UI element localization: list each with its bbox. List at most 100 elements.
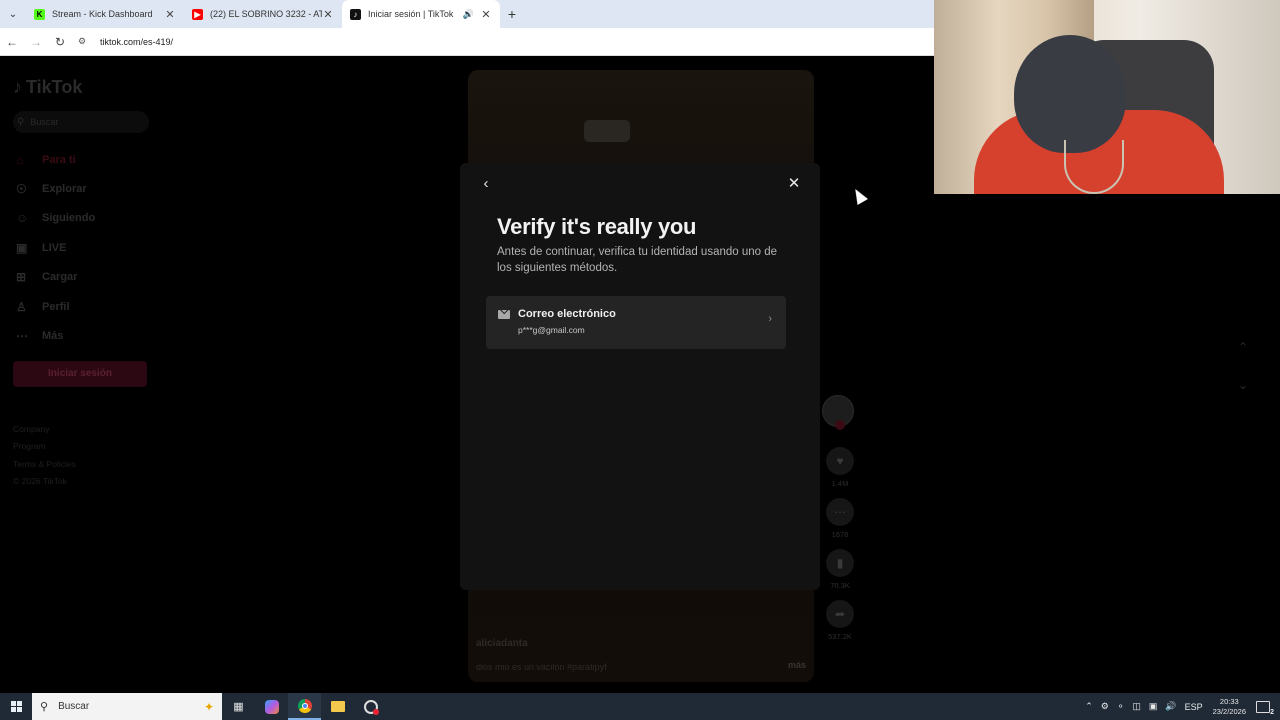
system-tray: ⌃ ⚙ ⚬ ◫ ▣ 🔊 ESP 20:33 23/2/2026 2 bbox=[1081, 693, 1280, 720]
reload-button[interactable]: ↻ bbox=[48, 35, 72, 49]
usb-icon[interactable]: ◫ bbox=[1132, 701, 1141, 712]
sidebar-item-label: Siguiendo bbox=[42, 212, 96, 225]
sidebar-item-label: Explorar bbox=[42, 183, 87, 196]
live-icon: ▣ bbox=[16, 240, 28, 255]
tab-kick-dashboard[interactable]: K Stream - Kick Dashboard ✕ bbox=[26, 0, 184, 28]
sidebar-item-cargar[interactable]: ⊞ Cargar bbox=[13, 263, 153, 292]
sidebar-item-perfil[interactable]: ♙ Perfil bbox=[13, 292, 153, 321]
more-icon: ⋯ bbox=[16, 329, 28, 344]
more-description-button[interactable]: más bbox=[788, 660, 806, 670]
taskbar-search-placeholder: Buscar bbox=[58, 701, 90, 712]
sidebar-item-para-ti[interactable]: ⌂ Para ti bbox=[13, 145, 153, 174]
microphone-icon[interactable]: ⚬ bbox=[1117, 701, 1125, 712]
screen: ⌄ K Stream - Kick Dashboard ✕ ▶ (22) EL … bbox=[0, 0, 1280, 720]
sidebar-item-explorar[interactable]: ☉ Explorar bbox=[13, 174, 153, 203]
sidebar-item-live[interactable]: ▣ LIVE bbox=[13, 233, 153, 262]
start-button[interactable] bbox=[0, 693, 32, 720]
share-action[interactable]: ➦ 537.2K bbox=[822, 600, 858, 641]
footer-link-company[interactable]: Company bbox=[13, 421, 153, 439]
save-action[interactable]: ▮ 70.3K bbox=[822, 549, 858, 590]
tab-youtube[interactable]: ▶ (22) EL SOBRINO 3232 - ATREVI ✕ bbox=[184, 0, 342, 28]
search-placeholder: Buscar bbox=[30, 117, 59, 127]
sidebar: ♪ TikTok ⚲ Buscar ⌂ Para ti ☉ Explorar ☺… bbox=[13, 75, 153, 491]
sidebar-item-label: LIVE bbox=[42, 241, 67, 254]
comment-icon: ⋯ bbox=[826, 498, 854, 526]
heart-icon: ♥ bbox=[826, 447, 854, 475]
video-author[interactable]: aliciadanta bbox=[476, 638, 528, 649]
search-icon: ⚲ bbox=[40, 701, 49, 713]
tiktok-logo-icon: ♪ bbox=[13, 76, 22, 97]
close-tab-icon[interactable]: ✕ bbox=[164, 8, 176, 21]
masked-email: p***g@gmail.com bbox=[518, 325, 585, 335]
network-icon[interactable]: ▣ bbox=[1149, 701, 1158, 712]
footer-link-program[interactable]: Program bbox=[13, 438, 153, 456]
footer-copyright: © 2026 TikTok bbox=[13, 476, 67, 487]
clock[interactable]: 20:33 23/2/2026 bbox=[1213, 697, 1246, 717]
email-verification-option[interactable]: Correo electrónico p***g@gmail.com › bbox=[486, 296, 786, 349]
back-arrow-icon[interactable]: ‹ bbox=[477, 175, 495, 193]
back-button[interactable]: ← bbox=[0, 35, 24, 49]
folder-icon bbox=[330, 701, 345, 712]
obs-app[interactable] bbox=[354, 693, 387, 720]
browser-toolbar: ← → ↻ ⚙ tiktok.com/es-419/ bbox=[0, 28, 934, 56]
save-count: 70.3K bbox=[830, 581, 850, 590]
sidebar-item-mas[interactable]: ⋯ Más bbox=[13, 321, 153, 350]
clock-date: 23/2/2026 bbox=[1212, 706, 1246, 716]
bookmark-icon: ▮ bbox=[826, 549, 854, 577]
chrome-icon bbox=[297, 698, 312, 713]
webcam-person-cap bbox=[1014, 35, 1126, 153]
user-icon: ♙ bbox=[16, 299, 27, 314]
tiktok-icon: ♪ bbox=[350, 8, 361, 20]
sidebar-nav: ⌂ Para ti ☉ Explorar ☺ Siguiendo ▣ LIVE … bbox=[13, 145, 153, 351]
task-view-button[interactable]: ▦ bbox=[222, 693, 255, 720]
share-count: 537.2K bbox=[828, 632, 852, 641]
taskbar-search-input[interactable]: ⚲ Buscar ✦ bbox=[32, 693, 222, 720]
clock-time: 20:33 bbox=[1219, 696, 1239, 706]
copilot-app[interactable] bbox=[255, 693, 288, 720]
comment-action[interactable]: ⋯ 1678 bbox=[822, 498, 858, 539]
forward-button[interactable]: → bbox=[24, 35, 48, 49]
modal-title: Verify it's really you bbox=[497, 214, 697, 239]
compass-icon: ☉ bbox=[16, 182, 27, 197]
chevron-down-icon[interactable]: ⌄ bbox=[1238, 378, 1248, 392]
file-explorer-app[interactable] bbox=[321, 693, 354, 720]
chevron-up-icon[interactable]: ⌃ bbox=[1085, 701, 1093, 712]
language-indicator[interactable]: ESP bbox=[1185, 702, 1203, 712]
search-input[interactable]: ⚲ Buscar bbox=[13, 111, 149, 133]
like-count: 1.4M bbox=[831, 479, 849, 488]
search-highlight-icon: ✦ bbox=[203, 699, 214, 714]
sidebar-item-siguiendo[interactable]: ☺ Siguiendo bbox=[13, 204, 153, 233]
chevron-right-icon: › bbox=[768, 313, 772, 325]
obs-icon bbox=[363, 699, 379, 715]
chevron-up-icon[interactable]: ⌃ bbox=[1238, 340, 1248, 354]
close-tab-icon[interactable]: ✕ bbox=[322, 8, 334, 21]
close-icon[interactable]: ✕ bbox=[785, 175, 803, 193]
volume-icon[interactable]: 🔊 bbox=[1165, 701, 1176, 712]
close-tab-icon[interactable]: ✕ bbox=[480, 8, 492, 21]
video-scroll-controls: ⌃ ⌄ bbox=[1238, 340, 1248, 392]
creator-avatar[interactable] bbox=[822, 395, 854, 430]
tray-app-icon[interactable]: ⚙ bbox=[1101, 701, 1109, 712]
footer-links: Company Program Terms & Policies © 2026 … bbox=[13, 421, 153, 491]
footer-link-terms[interactable]: Terms & Policies bbox=[13, 456, 153, 474]
like-action[interactable]: ♥ 1.4M bbox=[822, 447, 858, 488]
copilot-icon bbox=[264, 699, 279, 714]
tab-search-dropdown-icon[interactable]: ⌄ bbox=[0, 0, 26, 28]
search-icon: ⚲ bbox=[17, 116, 25, 128]
plus-square-icon: ⊞ bbox=[16, 270, 27, 285]
site-settings-icon[interactable]: ⚙ bbox=[78, 36, 94, 47]
chrome-app[interactable] bbox=[288, 693, 321, 720]
new-tab-button[interactable]: + bbox=[500, 6, 524, 22]
tab-tiktok-login[interactable]: ♪ Iniciar sesión | TikTok 🔊 ✕ bbox=[342, 0, 500, 28]
login-button[interactable]: Iniciar sesión bbox=[13, 360, 147, 387]
home-icon: ⌂ bbox=[16, 152, 24, 167]
kick-icon: K bbox=[34, 8, 45, 20]
mail-icon bbox=[498, 310, 510, 319]
speaker-icon[interactable]: 🔊 bbox=[463, 9, 474, 20]
modal-subtitle: Antes de continuar, verifica tu identida… bbox=[497, 246, 778, 274]
webcam-overlay bbox=[934, 0, 1280, 194]
notification-count: 2 bbox=[1270, 708, 1274, 716]
notification-icon[interactable]: 2 bbox=[1256, 700, 1274, 716]
address-bar[interactable]: ⚙ tiktok.com/es-419/ bbox=[78, 31, 926, 53]
tiktok-logo[interactable]: ♪ TikTok bbox=[13, 75, 153, 99]
